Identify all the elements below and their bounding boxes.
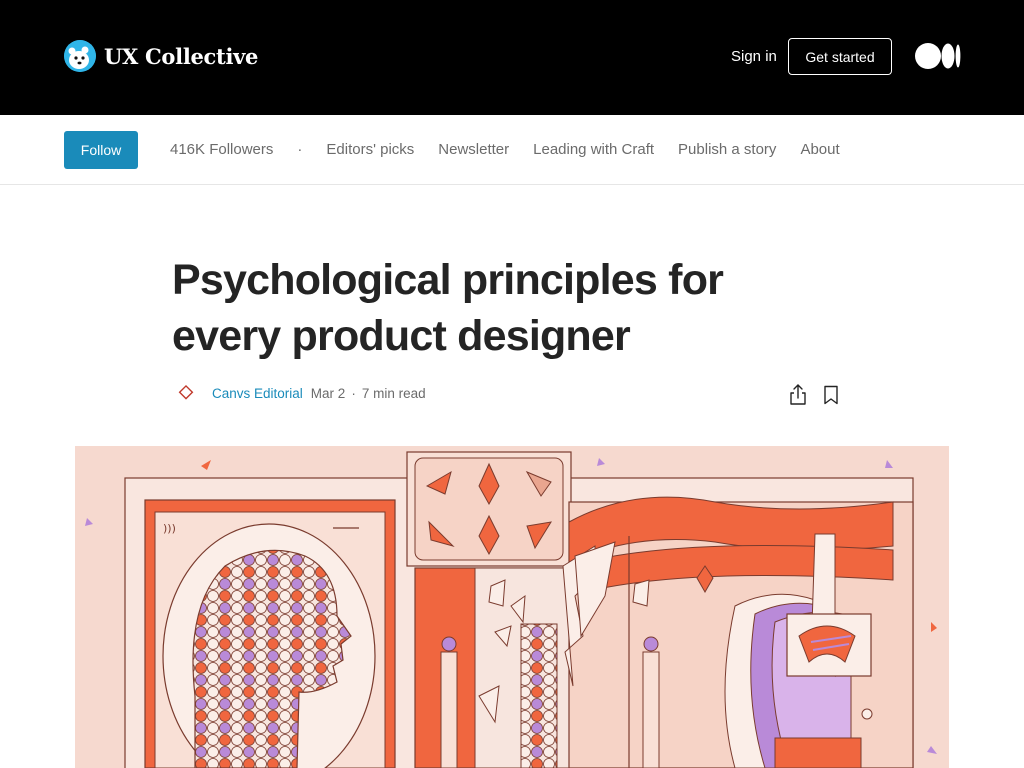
read-time: 7 min read bbox=[361, 385, 426, 401]
publish-date: Mar 2 bbox=[310, 385, 346, 401]
nav-item-leading-with-craft[interactable]: Leading with Craft bbox=[533, 141, 654, 158]
polar-bear-logo-icon bbox=[64, 40, 96, 72]
share-icon[interactable] bbox=[789, 384, 807, 406]
nav-item-about[interactable]: About bbox=[800, 141, 839, 158]
hero-illustration: ))) bbox=[75, 446, 949, 768]
get-started-button[interactable]: Get started bbox=[788, 38, 892, 75]
nav-item-editors-picks[interactable]: Editors' picks bbox=[326, 141, 414, 158]
svg-text:))): ))) bbox=[163, 522, 176, 535]
publication-nav: Follow 416K Followers · Editors' picks N… bbox=[0, 115, 1024, 185]
sign-in-link[interactable]: Sign in bbox=[731, 48, 777, 65]
nav-separator: · bbox=[297, 141, 303, 158]
follow-button[interactable]: Follow bbox=[64, 131, 138, 169]
site-header: UX Collective Sign in Get started bbox=[0, 0, 1024, 115]
medium-logo-icon[interactable] bbox=[915, 43, 961, 69]
meta-separator: · bbox=[351, 385, 356, 401]
brand-name[interactable]: UX Collective bbox=[104, 44, 258, 69]
canvs-diamond-icon[interactable] bbox=[176, 383, 196, 403]
author-name[interactable]: Canvs Editorial bbox=[212, 386, 303, 401]
nav-item-publish-a-story[interactable]: Publish a story bbox=[678, 141, 776, 158]
followers-count[interactable]: 416K Followers bbox=[170, 141, 273, 158]
nav-item-newsletter[interactable]: Newsletter bbox=[438, 141, 509, 158]
article-meta: Canvs Editorial Mar 2 · 7 min read bbox=[176, 383, 426, 403]
article-title: Psychological principles for every produ… bbox=[172, 256, 724, 360]
bookmark-icon[interactable] bbox=[823, 385, 839, 405]
nav-items: 416K Followers · Editors' picks Newslett… bbox=[170, 141, 864, 158]
brand[interactable]: UX Collective bbox=[64, 40, 258, 72]
